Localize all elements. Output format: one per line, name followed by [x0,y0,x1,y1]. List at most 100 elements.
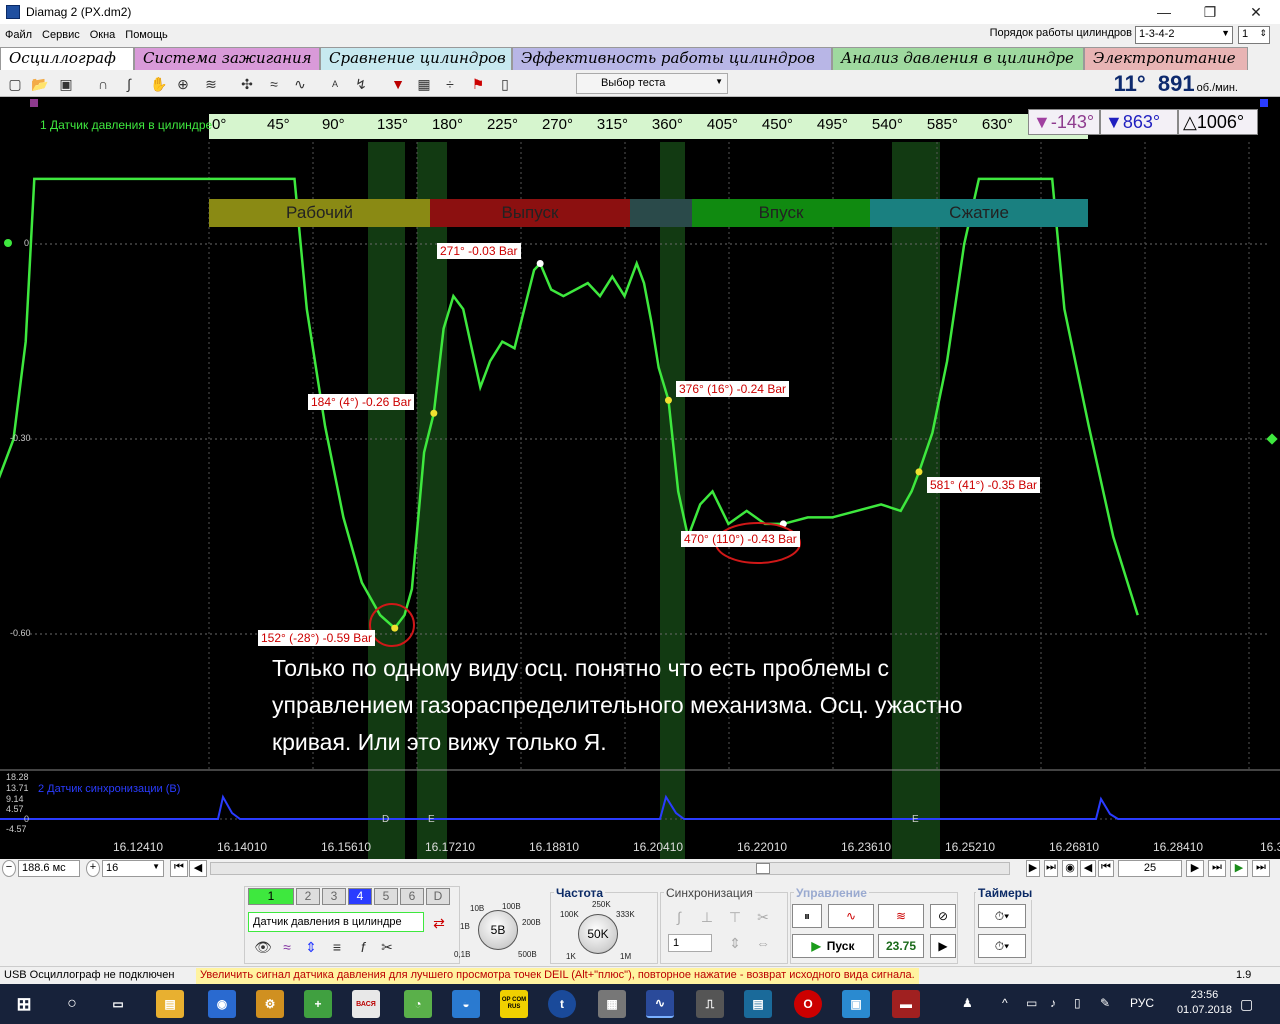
stack-icon[interactable]: ≋ [200,73,222,95]
arrows-updown-icon[interactable]: ⇕ [300,936,322,958]
test-select[interactable]: Выбор теста ▼ [576,73,728,94]
split-icon[interactable]: ÷ [439,73,461,95]
timer-2-button[interactable]: ⏱▾ [978,934,1026,958]
time-per-div-select[interactable]: 188.6 мс [18,860,80,877]
prev-page-icon[interactable]: ◀ [1080,860,1096,877]
plus-app-icon[interactable]: + [304,990,332,1018]
tools-icon[interactable]: ✂ [376,936,398,958]
windows-start-icon[interactable]: ⊞ [10,990,38,1018]
go-end-alt-icon[interactable]: ⏭ [1252,860,1270,877]
open-icon[interactable]: 📂 [29,73,51,95]
trigger-rise-icon[interactable]: ∩ [92,73,114,95]
sync-rise-icon[interactable]: ∫ [668,906,690,928]
record-icon[interactable]: ◉ [1062,860,1078,877]
close-button[interactable]: ✕ [1233,0,1279,24]
zoom-icon[interactable]: ⊕ [172,73,194,95]
go-start-icon[interactable]: ⏮ [170,860,188,877]
go-end-icon[interactable]: ⏭ [1044,860,1058,877]
cylinder-order-select[interactable]: 1-3-4-2 ▼ [1135,26,1233,44]
tab-power-supply[interactable]: Электропитание [1084,47,1248,70]
cross-icon[interactable]: ✣ [236,73,258,95]
page-number[interactable]: 25 [1118,860,1182,877]
search-icon[interactable]: ○ [58,990,86,1018]
tray-up-icon[interactable]: ^ [1002,996,1008,1010]
volume-icon[interactable]: ♪ [1050,996,1056,1010]
tab-ignition[interactable]: Система зажигания [134,47,320,70]
step-back-icon[interactable]: ◀ [189,860,207,877]
sync-spread-icon[interactable]: ⇔ [752,932,774,954]
chart-app-icon[interactable]: ▤ [744,990,772,1018]
channel-3-button[interactable]: 3 [322,888,346,905]
window-app-icon[interactable]: ▣ [842,990,870,1018]
sine-button[interactable]: ∿ [828,904,874,928]
task-view-icon[interactable]: ▭ [104,990,132,1018]
zoom-in-icon[interactable]: + [86,860,100,877]
tab-cylinder-efficiency[interactable]: Эффективность работы цилиндров [512,47,832,70]
hand-icon[interactable]: ✋ [148,73,170,95]
pen-icon[interactable]: ✎ [1100,996,1110,1010]
diamag-taskbar-icon[interactable]: ∿ [646,990,674,1018]
tab-oscilloscope[interactable]: Осциллограф [0,47,134,70]
eye-icon[interactable]: 👁 [252,936,274,958]
prev-mark-icon[interactable]: ⏮ [1098,860,1114,877]
play-icon[interactable]: ▶ [1230,860,1248,877]
vasya-app-icon[interactable]: ВАСЯ [352,990,380,1018]
lines-icon[interactable]: ≡ [326,936,348,958]
t-app-icon[interactable]: t [548,990,576,1018]
tool-app-icon[interactable]: ▦ [598,990,626,1018]
car-blue-icon[interactable]: ◒ [452,990,480,1018]
maximize-button[interactable]: ❐ [1187,0,1233,24]
next-icon[interactable]: ▶ [1186,860,1204,877]
start-button[interactable]: ▶ Пуск [792,934,874,958]
timer-1-button[interactable]: ⏱▾ [978,904,1026,928]
page-icon[interactable]: ▯ [494,73,516,95]
network-icon[interactable]: ▭ [1026,996,1037,1010]
cylinder-number-spin[interactable]: 1 ⇕ [1238,26,1270,44]
flag-app-icon[interactable]: ▬ [892,990,920,1018]
notifications-icon[interactable]: ▢ [1240,996,1253,1013]
wave-icon[interactable]: ≈ [276,936,298,958]
auto-zero-icon[interactable]: ↯ [350,73,372,95]
battery-icon[interactable]: ▯ [1074,996,1081,1010]
sensor-settings-icon[interactable]: ⇄ [428,912,450,934]
browser-icon[interactable]: ◉ [208,990,236,1018]
channel-2-button[interactable]: 2 [296,888,320,905]
clock[interactable]: 23:56 01.07.2018 [1177,988,1232,1018]
freq-dial[interactable]: 50K [578,914,618,954]
scrollbar-thumb[interactable] [756,863,770,874]
menu-file[interactable]: Файл [0,29,37,41]
pause-button[interactable]: ⏸ [792,904,822,928]
menu-windows[interactable]: Окна [85,29,121,41]
filter-icon[interactable]: ▼ [387,73,409,95]
minimize-button[interactable]: — [1141,0,1187,24]
car-app-icon[interactable]: ⚙ [256,990,284,1018]
save-icon[interactable]: ▣ [55,73,77,95]
people-icon[interactable]: ♟ [962,996,973,1010]
channel-6-button[interactable]: 6 [400,888,424,905]
tab-cylinder-compare[interactable]: Сравнение цилиндров [320,47,512,70]
step-forward-icon[interactable]: ▶ [1026,860,1040,877]
wave-icon[interactable]: ≈ [263,73,285,95]
sync-level-icon[interactable]: ⊥ [696,906,718,928]
divisions-select[interactable]: 16 ▼ [102,860,164,877]
zoom-out-icon[interactable]: − [2,860,16,877]
op-com-icon[interactable]: ОР COM RUS [500,990,528,1018]
new-file-icon[interactable]: ▢ [4,73,26,95]
time-scrollbar[interactable] [210,862,1010,875]
channel-5-button[interactable]: 5 [374,888,398,905]
trigger-fall-icon[interactable]: ∫ [118,73,140,95]
oscilloscope-view[interactable]: 0° 45° 90° 135° 180° 225° 270° 315° 360° 405° 450°… [0,97,1280,859]
opera-icon[interactable]: O [794,990,822,1018]
auto-gain-button[interactable]: ⊘ [930,904,956,928]
grid-icon[interactable]: ▦ [413,73,435,95]
menu-help[interactable]: Помощь [120,29,173,41]
wave-alt-icon[interactable]: ∿ [289,73,311,95]
last-icon[interactable]: ⏭ [1208,860,1226,877]
auto-icon[interactable]: A [324,73,346,95]
sync-arrows-icon[interactable]: ⇕ [724,932,746,954]
volt-dial[interactable]: 5В [478,910,518,950]
sync-tools-icon[interactable]: ✂ [752,906,774,928]
sync-channel-select[interactable]: 1 [668,934,712,952]
sensor-select[interactable]: Датчик давления в цилиндре [248,912,424,932]
auto-run-button[interactable]: ▶ [930,934,956,958]
